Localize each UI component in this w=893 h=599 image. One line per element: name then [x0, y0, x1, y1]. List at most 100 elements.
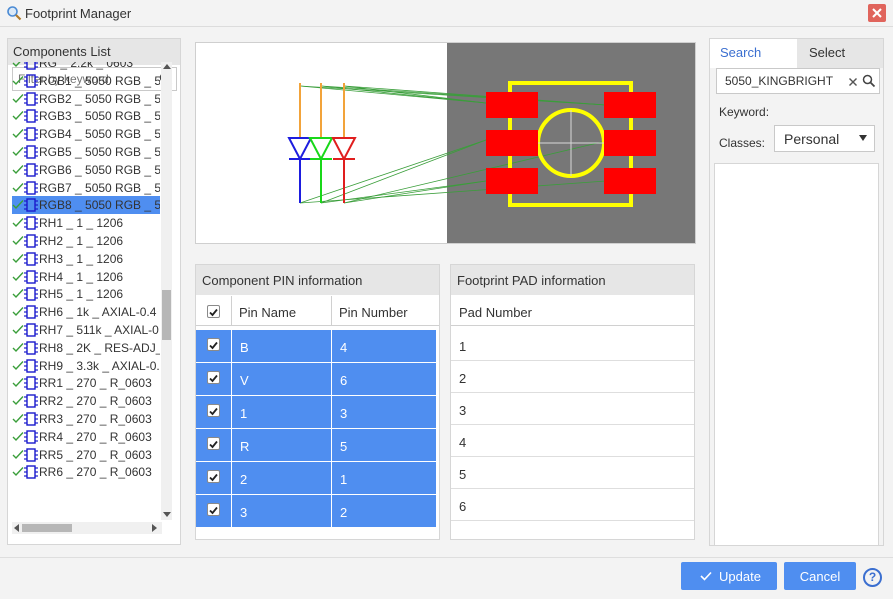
- component-icon: [24, 91, 38, 106]
- pin-name-column-header[interactable]: Pin Name: [232, 296, 332, 326]
- classes-selected-value: Personal: [784, 131, 840, 147]
- pin-number-cell[interactable]: 2: [332, 495, 436, 527]
- pad-row[interactable]: 5: [451, 457, 694, 489]
- pad-row[interactable]: 2: [451, 361, 694, 393]
- update-label: Update: [719, 569, 761, 584]
- scroll-thumb[interactable]: [162, 290, 171, 340]
- tree-item-label: RGB1 _ 5050 RGB _ 5: [39, 73, 160, 88]
- tree-item[interactable]: RG _ 2.2k _ 0603: [12, 62, 160, 72]
- pin-row[interactable]: B4: [196, 330, 439, 362]
- pin-row[interactable]: 13: [196, 396, 439, 428]
- tree-item[interactable]: RR2 _ 270 _ R_0603: [12, 392, 160, 410]
- tree-item-label: RGB2 _ 5050 RGB _ 5: [39, 91, 160, 106]
- tab-search[interactable]: Search: [710, 39, 797, 68]
- pad-row[interactable]: 1: [451, 329, 694, 361]
- tab-select[interactable]: Select: [797, 39, 883, 68]
- pin-number-cell[interactable]: 4: [332, 330, 436, 362]
- tree-item[interactable]: RH4 _ 1 _ 1206: [12, 268, 160, 286]
- tree-item[interactable]: RGB7 _ 5050 RGB _ 5: [12, 179, 160, 197]
- tree-item-label: RR3 _ 270 _ R_0603: [39, 412, 152, 426]
- pin-row[interactable]: R5: [196, 429, 439, 461]
- component-icon: [24, 216, 38, 230]
- pad-row[interactable]: 6: [451, 489, 694, 521]
- component-icon: [24, 74, 38, 88]
- select-all-checkbox[interactable]: [207, 305, 220, 318]
- cancel-button[interactable]: Cancel: [784, 562, 856, 590]
- pin-row-checkbox[interactable]: [207, 470, 220, 483]
- update-button[interactable]: Update: [681, 562, 777, 590]
- component-icon: [24, 109, 38, 124]
- tree-item-label: RR4 _ 270 _ R_0603: [39, 429, 152, 444]
- tree-item[interactable]: RGB3 _ 5050 RGB _ 5: [12, 107, 160, 125]
- pad-number-cell: 3: [459, 403, 467, 418]
- classes-select[interactable]: Personal: [774, 125, 875, 152]
- pin-name-cell[interactable]: 1: [232, 396, 331, 428]
- pin-row[interactable]: 32: [196, 495, 439, 527]
- tree-item-label: RGB7 _ 5050 RGB _ 5: [39, 180, 160, 195]
- pin-row-checkbox[interactable]: [207, 404, 220, 417]
- tree-item[interactable]: RGB5 _ 5050 RGB _ 5: [12, 143, 160, 161]
- tree-item[interactable]: RH7 _ 511k _ AXIAL-0: [12, 321, 160, 339]
- component-icon: [24, 62, 38, 70]
- tree-item[interactable]: RH8 _ 2K _ RES-ADJ_: [12, 339, 160, 357]
- tree-item[interactable]: RGB6 _ 5050 RGB _ 5: [12, 161, 160, 179]
- tree-item[interactable]: RGB4 _ 5050 RGB _ 5: [12, 125, 160, 143]
- scroll-up-arrow[interactable]: [163, 64, 171, 69]
- pad-row[interactable]: 3: [451, 393, 694, 425]
- tree-item[interactable]: RGB2 _ 5050 RGB _ 5: [12, 90, 160, 108]
- pin-number-cell[interactable]: 1: [332, 462, 436, 494]
- footprint-search-field[interactable]: [716, 68, 880, 94]
- components-vertical-scrollbar[interactable]: [161, 62, 172, 520]
- scroll-thumb[interactable]: [22, 524, 72, 532]
- close-icon: [872, 8, 882, 18]
- tree-item[interactable]: RR1 _ 270 _ R_0603: [12, 374, 160, 392]
- clear-icon[interactable]: [848, 77, 858, 87]
- tree-item[interactable]: RH2 _ 1 _ 1206: [12, 232, 160, 250]
- tree-item[interactable]: RR5 _ 270 _ R_0603: [12, 446, 160, 464]
- search-icon[interactable]: [862, 74, 876, 88]
- pin-number-column-header[interactable]: Pin Number: [332, 296, 439, 326]
- tree-item-label: RH1 _ 1 _ 1206: [39, 216, 124, 231]
- tree-item[interactable]: RGB1 _ 5050 RGB _ 5: [12, 72, 160, 90]
- close-button[interactable]: [868, 4, 886, 22]
- tree-item[interactable]: RR6 _ 270 _ R_0603: [12, 463, 160, 481]
- component-icon: [24, 180, 38, 195]
- pin-row-checkbox[interactable]: [207, 437, 220, 450]
- components-horizontal-scrollbar[interactable]: [12, 522, 162, 534]
- scroll-down-arrow[interactable]: [163, 512, 171, 517]
- cancel-label: Cancel: [799, 568, 841, 584]
- pad-number-column-header[interactable]: Pad Number: [451, 296, 694, 326]
- tree-item[interactable]: RR3 _ 270 _ R_0603: [12, 410, 160, 428]
- search-results-list[interactable]: [714, 163, 879, 546]
- pin-name-cell[interactable]: V: [232, 363, 331, 395]
- scroll-left-arrow[interactable]: [14, 524, 19, 532]
- pin-name-cell[interactable]: R: [232, 429, 331, 461]
- tree-item[interactable]: RH9 _ 3.3k _ AXIAL-0.: [12, 357, 160, 375]
- pin-row[interactable]: V6: [196, 363, 439, 395]
- pin-row[interactable]: 21: [196, 462, 439, 494]
- footprint-search-input[interactable]: [725, 73, 845, 89]
- pad-row[interactable]: 4: [451, 425, 694, 457]
- pin-number-cell[interactable]: 6: [332, 363, 436, 395]
- pad-table-header: Footprint PAD information: [451, 265, 694, 295]
- tree-item[interactable]: RR4 _ 270 _ R_0603: [12, 428, 160, 446]
- scroll-right-arrow[interactable]: [152, 524, 157, 532]
- pin-name-cell[interactable]: 2: [232, 462, 331, 494]
- component-icon: [24, 430, 38, 444]
- pin-name-cell[interactable]: 3: [232, 495, 331, 527]
- component-icon: [24, 341, 38, 355]
- pin-row-checkbox[interactable]: [207, 338, 220, 351]
- tree-item[interactable]: RGB8 _ 5050 RGB _ 5: [12, 196, 160, 215]
- pin-row-checkbox[interactable]: [207, 503, 220, 516]
- pin-name-cell[interactable]: B: [232, 330, 331, 362]
- footprint-drawing: [486, 81, 656, 207]
- footer-divider: [0, 557, 893, 558]
- tree-item[interactable]: RH1 _ 1 _ 1206: [12, 214, 160, 232]
- tree-item[interactable]: RH6 _ 1k _ AXIAL-0.4: [12, 303, 160, 321]
- pin-number-cell[interactable]: 5: [332, 429, 436, 461]
- pin-row-checkbox[interactable]: [207, 371, 220, 384]
- tree-item[interactable]: RH5 _ 1 _ 1206: [12, 285, 160, 303]
- pin-number-cell[interactable]: 3: [332, 396, 436, 428]
- tree-item[interactable]: RH3 _ 1 _ 1206: [12, 250, 160, 268]
- help-button[interactable]: ?: [863, 568, 882, 587]
